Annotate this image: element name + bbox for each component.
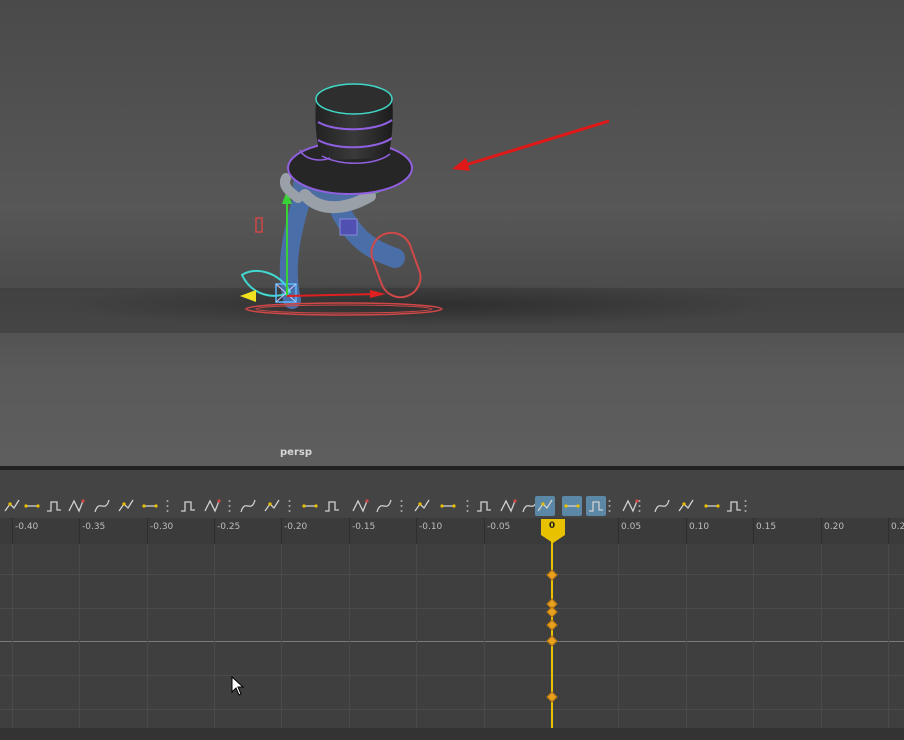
ruler-tick: [281, 518, 282, 544]
ruler-tick: [686, 518, 687, 544]
weighted-tangents-icon[interactable]: [350, 496, 370, 516]
unify-tangents-icon[interactable]: [262, 496, 282, 516]
camera-label: persp: [280, 447, 312, 458]
ruler-tick-label: -0.40: [15, 522, 39, 532]
insert-keys-icon[interactable]: [22, 496, 42, 516]
toolbar-separator: [400, 500, 403, 512]
toolbar-separator: [608, 500, 611, 512]
toolbar-separator: [228, 500, 231, 512]
move-nearest-key-icon[interactable]: [2, 496, 22, 516]
loop-cycle-icon[interactable]: [702, 496, 722, 516]
ruler-tick-label: -0.05: [487, 522, 511, 532]
ruler-tick-label: -0.25: [217, 522, 241, 532]
lock-tangent-weight-icon[interactable]: [322, 496, 342, 516]
absolute-view-icon[interactable]: [535, 496, 555, 516]
break-tangents-icon[interactable]: [238, 496, 258, 516]
buffer-curve-icon[interactable]: [178, 496, 198, 516]
ruler-tick-label: 0.2: [891, 522, 904, 532]
mouse-cursor-icon: [231, 676, 245, 696]
normalize-icon[interactable]: [374, 496, 394, 516]
constrain-drag-icon[interactable]: [652, 496, 672, 516]
grid-line-horizontal: [0, 709, 904, 710]
toolbar-background: [0, 470, 904, 494]
ruler-tick-label: -0.15: [352, 522, 376, 532]
scene-render: [0, 83, 904, 333]
auto-frame-icon[interactable]: [562, 496, 582, 516]
ruler-tick: [349, 518, 350, 544]
ruler-tick-label: -0.35: [82, 522, 106, 532]
ruler-tick-label: -0.20: [284, 522, 308, 532]
ruler-tick: [821, 518, 822, 544]
lattice-deform-icon[interactable]: [44, 496, 64, 516]
bottom-ruler: [0, 728, 904, 740]
ruler-tick: [147, 518, 148, 544]
toolbar-separator: [166, 500, 169, 512]
ruler-tick: [753, 518, 754, 544]
ruler-tick-label: 0.20: [824, 522, 845, 532]
time-ruler[interactable]: -0.40 -0.35 -0.30 -0.25 -0.20 -0.15 -0.10 -0.05…: [0, 518, 904, 545]
buffer-swap-icon[interactable]: [202, 496, 222, 516]
toolbar-separator: [288, 500, 291, 512]
3d-viewport[interactable]: persp: [0, 0, 904, 466]
toolbar-separator: [466, 500, 469, 512]
toolbar-separator: [744, 500, 747, 512]
curve-plateau-icon[interactable]: [140, 496, 160, 516]
ruler-tick: [79, 518, 80, 544]
current-time-label: 0: [548, 521, 556, 531]
ruler-tick: [484, 518, 485, 544]
ruler-tick: [618, 518, 619, 544]
free-tangent-weight-icon[interactable]: [300, 496, 320, 516]
ruler-tick: [12, 518, 13, 544]
offset-cycle-icon[interactable]: [724, 496, 744, 516]
grid-line-horizontal: [0, 675, 904, 676]
graph-area[interactable]: [0, 544, 904, 740]
denormalize-icon[interactable]: [412, 496, 432, 516]
pre-infinity-cycle-icon[interactable]: [474, 496, 494, 516]
ruler-tick-label: -0.10: [419, 522, 443, 532]
graph-editor-toolbar: [0, 494, 904, 518]
ruler-tick-label: 0.05: [621, 522, 642, 532]
annotation-arrow: [461, 119, 610, 168]
time-snap-icon[interactable]: [586, 496, 606, 516]
ruler-tick: [416, 518, 417, 544]
ruler-tick: [888, 518, 889, 544]
ruler-tick-label: 0.10: [689, 522, 710, 532]
curve-linear-icon[interactable]: [66, 496, 86, 516]
grid-line-horizontal: [0, 574, 904, 575]
ruler-tick-label: 0.15: [756, 522, 777, 532]
value-snap-icon[interactable]: [620, 496, 640, 516]
grid-line-horizontal: [0, 608, 904, 609]
ruler-tick-label: -0.30: [150, 522, 174, 532]
zero-value-line: [0, 641, 904, 642]
curve-flat-icon[interactable]: [92, 496, 112, 516]
post-infinity-cycle-icon[interactable]: [498, 496, 518, 516]
curve-step-icon[interactable]: [116, 496, 136, 516]
ruler-tick: [214, 518, 215, 544]
infinity-toggle-icon[interactable]: [438, 496, 458, 516]
retime-tool-icon[interactable]: [676, 496, 696, 516]
